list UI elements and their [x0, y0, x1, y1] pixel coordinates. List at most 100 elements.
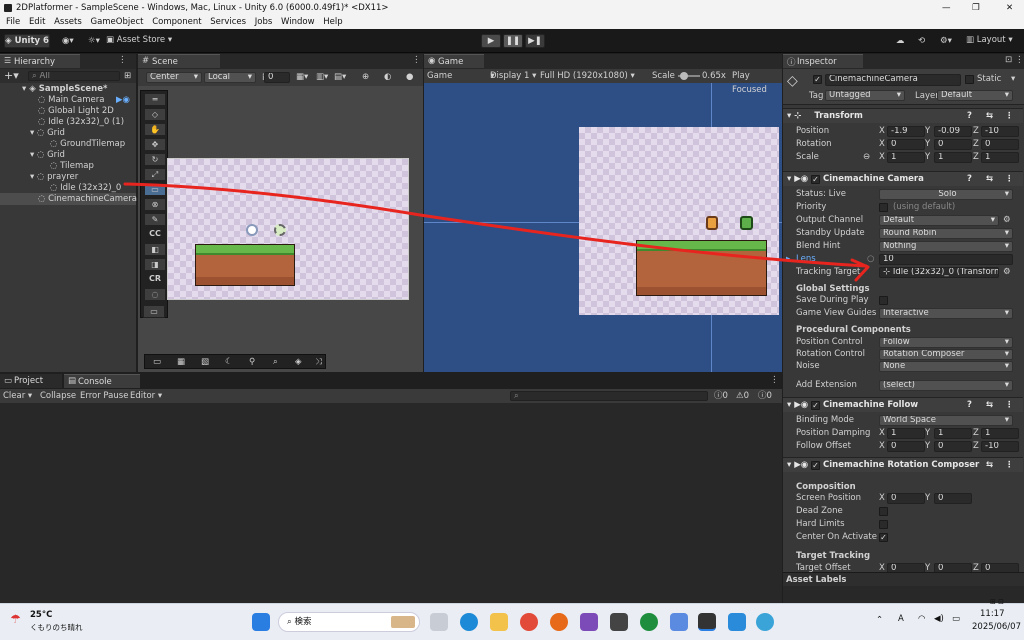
collab-icon[interactable]: ☼▾ — [88, 36, 100, 46]
rotation-y[interactable]: 0 — [934, 139, 972, 150]
component-menu-icon[interactable]: ⋮ — [1005, 398, 1014, 412]
ime-indicator[interactable]: A — [898, 614, 904, 624]
unity-hub-icon[interactable] — [610, 613, 628, 631]
tray-chevron-icon[interactable]: ⌃ — [876, 615, 883, 625]
solo-button[interactable]: Solo — [879, 189, 1013, 200]
layer-dropdown[interactable]: Default — [937, 90, 1013, 101]
rotation-x[interactable]: 0 — [887, 139, 925, 150]
add-extension-dropdown[interactable]: (select) — [879, 380, 1013, 391]
panel-menu-icon[interactable]: ⋮ — [412, 55, 421, 65]
cm-follow-enabled-checkbox[interactable]: ✓ — [811, 401, 820, 410]
offset-y[interactable]: 0 — [934, 441, 972, 452]
panel-menu-icon[interactable]: ⋮ — [118, 55, 127, 65]
save-play-checkbox[interactable] — [879, 296, 888, 305]
history-icon[interactable]: ⟲ — [918, 36, 925, 46]
chrome-icon[interactable] — [520, 613, 538, 631]
scale-slider-thumb[interactable] — [680, 72, 688, 80]
offset-z[interactable]: -10 — [981, 441, 1019, 452]
view-options-icon[interactable]: ▤▾ — [334, 72, 346, 82]
camera-gizmo-icon[interactable] — [274, 224, 286, 236]
help-icon[interactable]: ? — [967, 398, 972, 412]
screen-pos-y[interactable]: 0 — [934, 493, 972, 504]
dead-zone-checkbox[interactable] — [879, 507, 888, 516]
xbox-icon[interactable] — [640, 613, 658, 631]
cinemachine-rotation-composer-header[interactable]: ▾ ▶◉ ✓ Cinemachine Rotation Composer ⇆ ⋮ — [783, 457, 1023, 472]
menu-gameobject[interactable]: GameObject — [90, 17, 143, 27]
position-x[interactable]: -1.9 — [887, 126, 925, 137]
minimize-button[interactable]: — — [942, 0, 951, 16]
clear-button[interactable]: Clear ▾ — [3, 389, 32, 403]
scale-y[interactable]: 1 — [934, 152, 972, 163]
notification-icon[interactable]: ⊞ ⊡ — [990, 598, 1004, 606]
presets-icon[interactable]: ⇆ — [986, 398, 993, 412]
scale-x[interactable]: 1 — [887, 152, 925, 163]
volume-icon[interactable]: ◀) — [934, 614, 944, 624]
picker-icon[interactable]: ◈ — [295, 357, 302, 367]
sphere-icon[interactable]: ● — [406, 72, 413, 82]
offset-x[interactable]: 0 — [887, 441, 925, 452]
space-dropdown[interactable]: Local — [204, 72, 256, 83]
edge-icon[interactable] — [460, 613, 478, 631]
cube-tool-icon[interactable]: ◇ — [144, 108, 166, 121]
transform-tool-icon[interactable]: ⊗ — [144, 198, 166, 211]
weather-icon[interactable]: ☂ — [10, 612, 21, 626]
object-name-field[interactable]: CinemachineCamera — [825, 74, 961, 86]
position-y[interactable]: -0.09 — [934, 126, 972, 137]
cr-toggle-icon[interactable]: ◌ — [144, 288, 166, 301]
drag-handle-icon[interactable]: ═ — [144, 93, 166, 106]
binding-dropdown[interactable]: World Space — [879, 415, 1013, 426]
close-button[interactable]: ✕ — [1006, 0, 1013, 16]
display-dropdown[interactable]: Display 1 ▾ — [490, 69, 536, 83]
zoom-icon[interactable]: ⌕ — [273, 357, 278, 367]
custom-tool-icon[interactable]: ✎ — [144, 213, 166, 226]
paint-icon[interactable]: ▧ — [201, 357, 209, 367]
presets-icon[interactable]: ⇆ — [986, 458, 993, 472]
standby-dropdown[interactable]: Round Robin — [879, 228, 1013, 239]
step-button[interactable]: ▶❚ — [525, 34, 545, 48]
log-count[interactable]: ⓘ0 — [714, 389, 728, 403]
visual-studio-icon[interactable] — [580, 613, 598, 631]
center-on-activate-checkbox[interactable]: ✓ — [879, 533, 888, 542]
cc-toggle2-icon[interactable]: ◨ — [144, 258, 166, 271]
explorer-icon[interactable] — [490, 613, 508, 631]
tree-item-cinemachinecamera[interactable]: ◌ CinemachineCamera — [0, 193, 137, 205]
screen-pos-x[interactable]: 0 — [887, 493, 925, 504]
gear-icon[interactable]: ⚙ — [1003, 266, 1011, 279]
snap-value-input[interactable]: 0 — [264, 72, 290, 83]
damping-z[interactable]: 1 — [981, 428, 1019, 439]
component-menu-icon[interactable]: ⋮ — [1005, 109, 1014, 123]
menu-help[interactable]: Help — [323, 17, 342, 27]
asset-store-button[interactable]: ▣ Asset Store ▾ — [106, 35, 172, 45]
error-pause-toggle[interactable]: Error Pause — [80, 389, 128, 403]
rect-tool-icon[interactable]: ▭ — [144, 183, 166, 196]
help-icon[interactable]: ? — [967, 109, 972, 123]
move-tool-icon[interactable]: ✥ — [144, 138, 166, 151]
panel-menu-icon[interactable]: ⋮ — [770, 375, 779, 385]
resolution-dropdown[interactable]: Full HD (1920x1080) ▾ — [540, 69, 635, 83]
pause-button[interactable]: ❚❚ — [503, 34, 523, 48]
position-z[interactable]: -10 — [981, 126, 1019, 137]
warning-count[interactable]: ⚠0 — [736, 389, 749, 403]
filter-icon[interactable]: ⊞ — [124, 71, 131, 81]
lens-foldout-icon[interactable]: ▸ — [786, 253, 790, 266]
settings-icon[interactable]: ⚙▾ — [940, 36, 952, 46]
menu-jobs[interactable]: Jobs — [255, 17, 273, 27]
cf-toggle-icon[interactable]: ▭ — [143, 305, 165, 318]
pivot-dropdown[interactable]: Center — [146, 72, 202, 83]
asset-labels-bar[interactable]: Asset Labels — [783, 572, 1024, 586]
hard-limits-checkbox[interactable] — [879, 520, 888, 529]
add-button[interactable]: +▾ — [4, 69, 19, 82]
cm-camera-enabled-checkbox[interactable]: ✓ — [811, 175, 820, 184]
component-menu-icon[interactable]: ⋮ — [1005, 172, 1014, 186]
output-channel-dropdown[interactable]: Default — [879, 215, 999, 226]
menu-assets[interactable]: Assets — [54, 17, 82, 27]
constrain-proportions-icon[interactable]: ⊖ — [863, 151, 870, 164]
grid-toggle-icon[interactable]: ▦▾ — [296, 72, 308, 82]
panel-menu-icon[interactable]: ⋮ — [1015, 55, 1024, 65]
player-sprite[interactable] — [246, 224, 258, 236]
wifi-icon[interactable]: ◠ — [918, 614, 925, 624]
cc-toggle-icon[interactable]: ◧ — [144, 243, 166, 256]
scale-z[interactable]: 1 — [981, 152, 1019, 163]
play-button[interactable]: ▶ — [481, 34, 501, 48]
help-icon[interactable]: ? — [967, 172, 972, 186]
